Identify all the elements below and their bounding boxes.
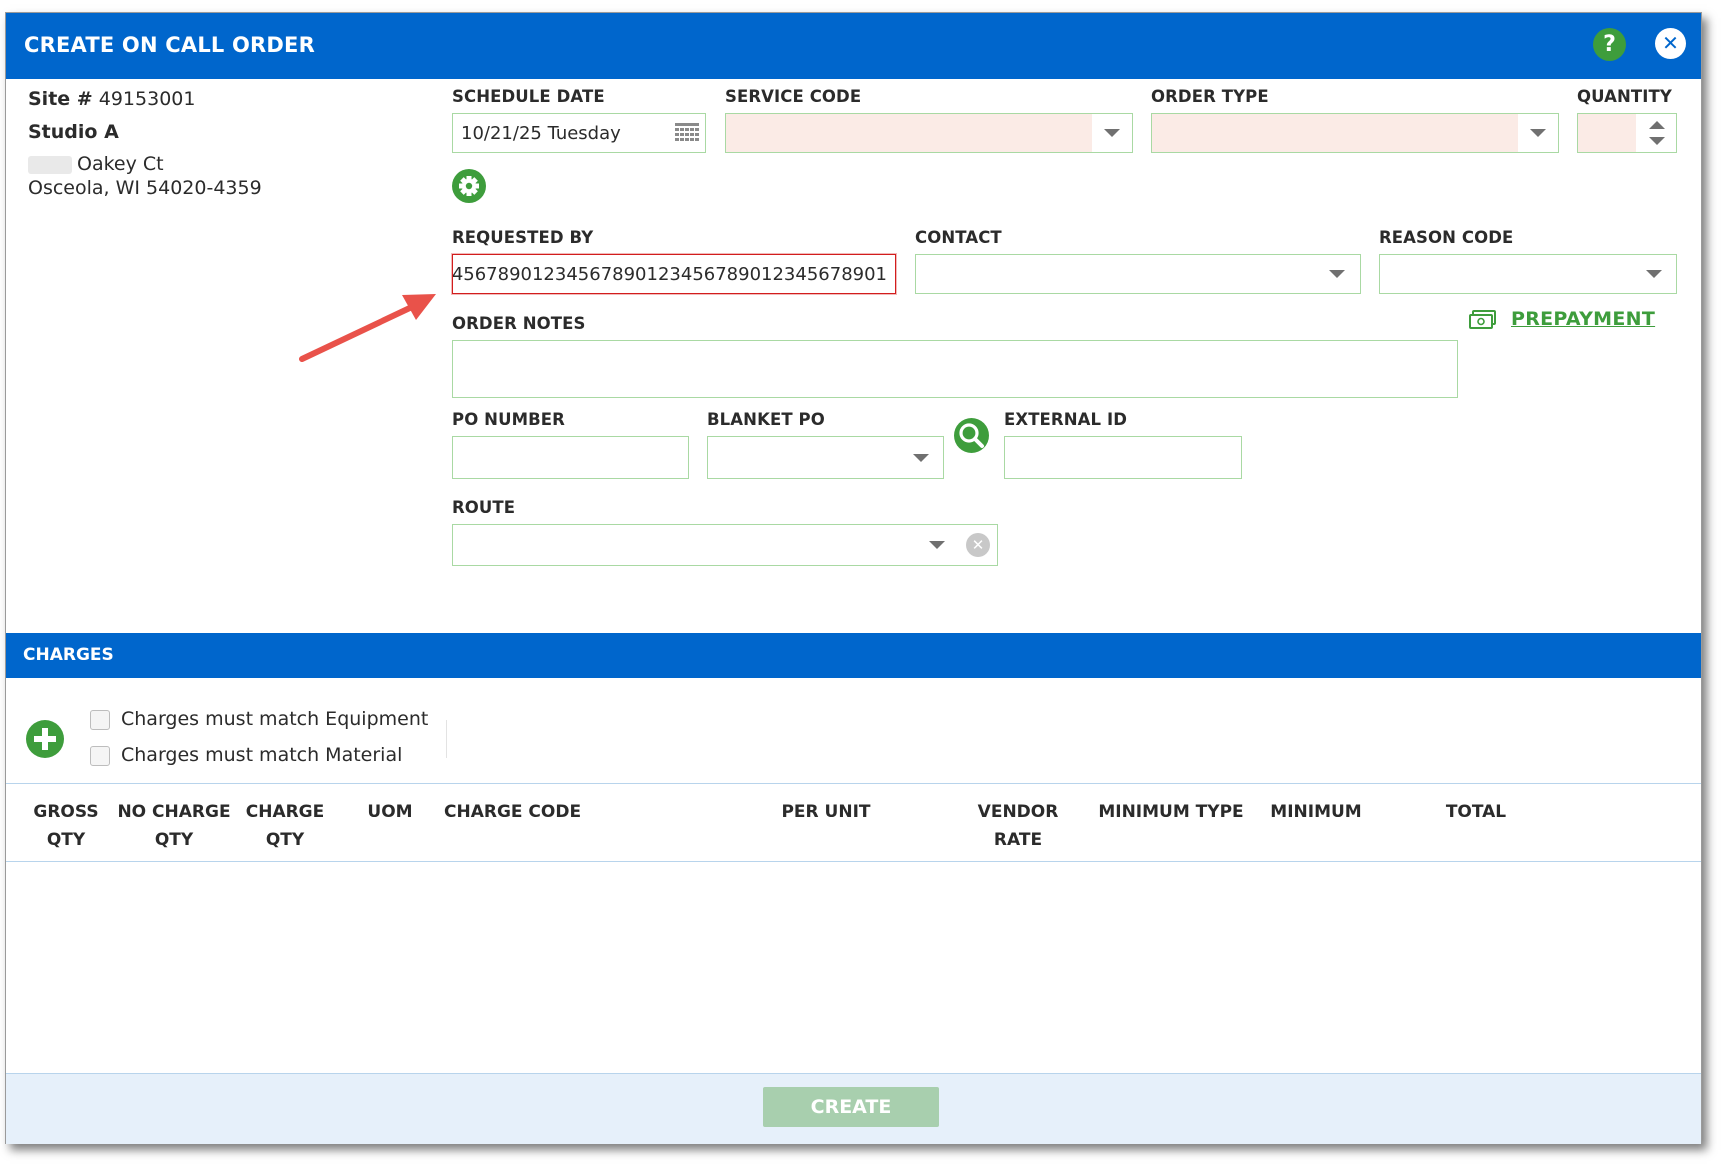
site-name: Studio A xyxy=(28,121,119,143)
toolbar-divider xyxy=(446,720,447,758)
redacted-street-number xyxy=(28,155,72,174)
contact-label: CONTACT xyxy=(915,228,1002,247)
dialog-footer: CREATE xyxy=(6,1073,1701,1144)
close-icon[interactable]: ✕ xyxy=(1655,28,1686,59)
column-header: MINIMUM TYPE xyxy=(1098,802,1244,822)
site-number: Site # 49153001 xyxy=(28,88,196,110)
external-id-input[interactable] xyxy=(1004,436,1242,479)
requested-by-input[interactable]: 3456789012345678901234567890123456789012… xyxy=(452,254,896,294)
spin-arrows-icon[interactable] xyxy=(1649,120,1665,146)
quantity-spin-buttons xyxy=(1636,114,1676,152)
chevron-down-icon xyxy=(1530,129,1546,137)
search-icon xyxy=(959,423,984,448)
column-header: PER UNIT xyxy=(781,802,871,822)
order-type-dropdown-area xyxy=(1518,114,1558,152)
column-header: NO CHARGE QTY xyxy=(117,802,231,850)
site-street-line: Oakey Ct xyxy=(28,152,262,176)
route-label: ROUTE xyxy=(452,498,516,517)
column-header: CHARGE CODE xyxy=(444,802,582,822)
po-number-input[interactable] xyxy=(452,436,689,479)
match-material-checkbox[interactable] xyxy=(90,746,110,766)
clear-icon[interactable]: ✕ xyxy=(966,533,990,557)
order-notes-label: ORDER NOTES xyxy=(452,314,586,333)
match-equipment-label: Charges must match Equipment xyxy=(121,708,429,730)
chevron-down-icon xyxy=(1104,129,1120,137)
help-icon[interactable]: ? xyxy=(1593,28,1626,61)
reason-code-select[interactable] xyxy=(1379,254,1677,294)
service-code-select[interactable] xyxy=(725,113,1133,153)
prepayment-label[interactable]: PREPAYMENT xyxy=(1511,308,1655,330)
service-code-label: SERVICE CODE xyxy=(725,87,862,106)
money-icon xyxy=(1469,310,1496,329)
column-header: UOM xyxy=(367,802,413,822)
settings-gear-button[interactable] xyxy=(452,169,486,203)
site-street: Oakey Ct xyxy=(77,153,164,175)
reason-code-label: REASON CODE xyxy=(1379,228,1514,247)
charges-title: CHARGES xyxy=(23,645,114,665)
external-id-label: EXTERNAL ID xyxy=(1004,410,1127,429)
add-charge-button[interactable] xyxy=(26,720,64,758)
gear-icon xyxy=(459,176,479,196)
route-select[interactable]: ✕ xyxy=(452,524,998,566)
order-type-label: ORDER TYPE xyxy=(1151,87,1269,106)
match-equipment-checkbox[interactable] xyxy=(90,710,110,730)
external-id-search-button[interactable] xyxy=(954,418,989,453)
contact-select[interactable] xyxy=(915,254,1361,294)
chevron-down-icon xyxy=(1646,270,1662,278)
column-header: CHARGE QTY xyxy=(245,802,325,850)
column-header: MINIMUM xyxy=(1270,802,1362,822)
dialog-title: CREATE ON CALL ORDER xyxy=(24,33,315,57)
requested-by-label: REQUESTED BY xyxy=(452,228,594,247)
match-material-label: Charges must match Material xyxy=(121,744,403,766)
create-button[interactable]: CREATE xyxy=(763,1087,939,1127)
site-city: Osceola, WI 54020-4359 xyxy=(28,177,262,199)
chevron-down-icon xyxy=(913,454,929,462)
quantity-label: QUANTITY xyxy=(1577,87,1672,106)
annotation-arrow-icon xyxy=(299,294,436,362)
requested-by-value: 3456789012345678901234567890123456789012… xyxy=(452,264,887,285)
column-header: GROSS QTY xyxy=(33,802,99,850)
order-type-select[interactable] xyxy=(1151,113,1559,153)
order-notes-textarea[interactable] xyxy=(452,340,1458,398)
site-number-value: 49153001 xyxy=(98,88,196,110)
chevron-down-icon xyxy=(929,541,945,549)
column-header: VENDOR RATE xyxy=(977,802,1059,850)
schedule-date-value: 10/21/25 Tuesday xyxy=(461,123,621,144)
schedule-date-label: SCHEDULE DATE xyxy=(452,87,605,106)
charges-section-header: CHARGES xyxy=(6,633,1701,678)
chevron-down-icon xyxy=(1329,270,1345,278)
service-code-dropdown-area xyxy=(1092,114,1132,152)
charges-toolbar: Charges must match Equipment Charges mus… xyxy=(6,678,1701,784)
charges-table-body xyxy=(6,862,1701,1073)
quantity-stepper[interactable] xyxy=(1577,113,1677,153)
blanket-po-select[interactable] xyxy=(707,436,944,479)
site-info: Site # 49153001 Studio A Oakey Ct Osceol… xyxy=(28,87,262,200)
schedule-date-input[interactable]: 10/21/25 Tuesday xyxy=(452,113,706,153)
po-number-label: PO NUMBER xyxy=(452,410,565,429)
calendar-icon[interactable] xyxy=(675,123,699,145)
blanket-po-label: BLANKET PO xyxy=(707,410,825,429)
column-header: TOTAL xyxy=(1445,802,1507,822)
dialog-header: CREATE ON CALL ORDER ? ✕ xyxy=(6,13,1701,79)
create-on-call-order-dialog: CREATE ON CALL ORDER ? ✕ Site # 49153001… xyxy=(5,12,1702,1144)
plus-icon xyxy=(34,728,56,750)
